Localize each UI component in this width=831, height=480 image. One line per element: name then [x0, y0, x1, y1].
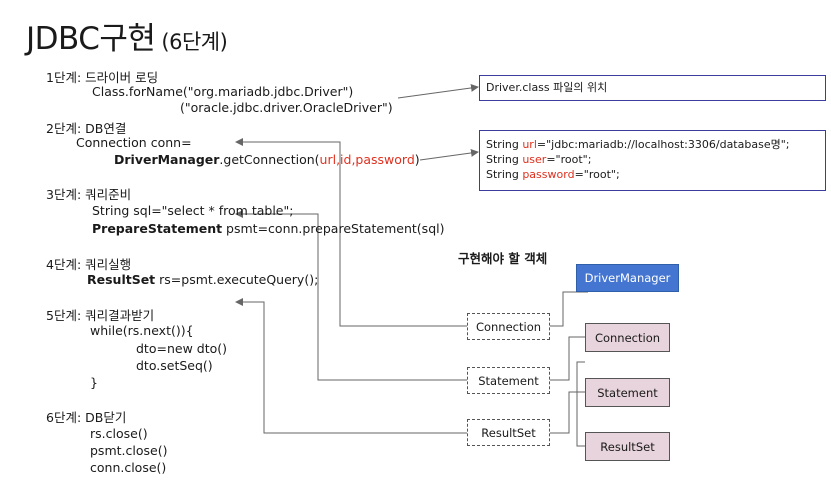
step3-line2-rest: psmt=conn.prepareStatement(sql) [222, 221, 445, 236]
connection-impl-box: Connection [585, 323, 670, 352]
step5-line3: dto.setSeq() [136, 358, 213, 373]
step4-line1: ResultSet rs=psmt.executeQuery(); [87, 272, 318, 287]
step2-line1: Connection conn= [76, 135, 192, 150]
user-value: ="root"; [546, 153, 592, 166]
connection-params-note: String url="jdbc:mariadb://localhost:330… [479, 130, 826, 191]
statement-iface-box: Statement [467, 367, 550, 394]
statement-impl-box: Statement [585, 378, 670, 407]
step6-label: 6단계: DB닫기 [46, 410, 127, 425]
url-line-a: String [486, 138, 523, 151]
prepare-statement-keyword: PrepareStatement [92, 221, 223, 236]
resultset-impl-box: ResultSet [585, 432, 670, 461]
driver-manager-keyword: DriverManager [114, 152, 220, 167]
driver-manager-box: DriverManager [576, 264, 679, 292]
url-line: String url="jdbc:mariadb://localhost:330… [486, 137, 819, 152]
step4-label: 4단계: 쿼리실행 [46, 257, 132, 272]
resultset-keyword: ResultSet [87, 272, 156, 287]
step2-line2: DriverManager.getConnection(url,id,passw… [114, 152, 420, 167]
get-connection-text: .getConnection( [219, 152, 320, 167]
diagram-heading: 구현해야 할 객체 [458, 251, 548, 266]
driver-location-note: Driver.class 파일의 위치 [479, 75, 826, 101]
step1-line2: ("oracle.jdbc.driver.OracleDriver") [180, 100, 393, 115]
user-line-a: String [486, 153, 523, 166]
title-sub: (6단계) [161, 30, 228, 54]
step4-line1-rest: rs=psmt.executeQuery(); [155, 272, 319, 287]
connection-iface-box: Connection [467, 313, 550, 340]
step6-line3: conn.close() [90, 460, 167, 475]
step5-line4: } [90, 375, 98, 390]
step6-line1: rs.close() [90, 426, 148, 441]
step3-line2: PrepareStatement psmt=conn.prepareStatem… [92, 221, 444, 236]
password-value: ="root"; [574, 168, 620, 181]
step3-line1: String sql="select * from table"; [92, 203, 294, 218]
step3-label: 3단계: 쿼리준비 [46, 187, 132, 202]
password-line-a: String [486, 168, 523, 181]
url-value: ="jdbc:mariadb://localhost:3306/database… [536, 138, 790, 151]
password-line: String password="root"; [486, 167, 819, 182]
title-main: JDBC구현 [26, 21, 156, 57]
step1-line1: Class.forName("org.mariadb.jdbc.Driver") [92, 84, 354, 99]
step5-label: 5단계: 쿼리결과받기 [46, 308, 155, 323]
step6-line2: psmt.close() [90, 443, 168, 458]
driver-location-text: Driver.class 파일의 위치 [486, 81, 608, 94]
close-paren: ) [414, 152, 420, 167]
url-var: url [522, 138, 537, 151]
password-var: password [522, 168, 575, 181]
user-var: user [522, 153, 547, 166]
page-title: JDBC구현 (6단계) [26, 13, 228, 58]
step5-line1: while(rs.next()){ [90, 323, 194, 338]
resultset-iface-box: ResultSet [467, 419, 550, 446]
user-line: String user="root"; [486, 152, 819, 167]
step5-line2: dto=new dto() [136, 341, 228, 356]
connection-args: url,id,password [319, 152, 415, 167]
